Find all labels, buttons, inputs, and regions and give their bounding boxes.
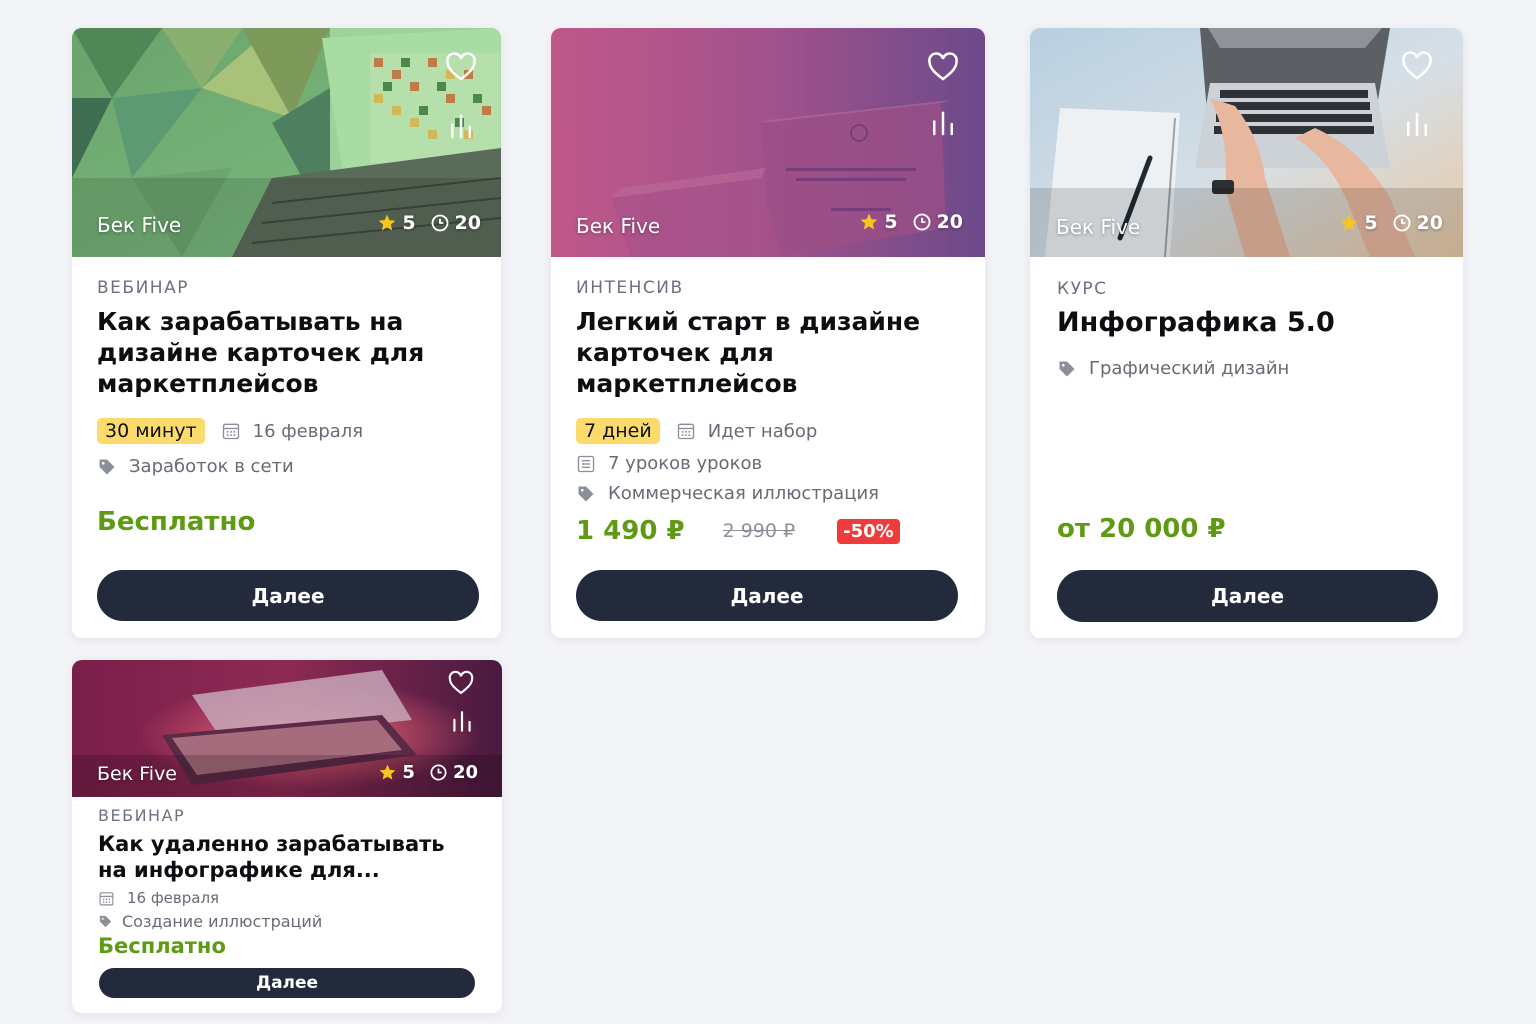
star-icon [379,764,396,780]
course-tag[interactable]: Коммерческая иллюстрация [608,483,879,504]
next-button[interactable]: Далее [576,570,958,621]
calendar-icon [222,423,239,440]
discount-badge: -50% [837,518,900,544]
duration: 20 [430,212,481,234]
course-title[interactable]: Как удаленно зарабатывать на инфографике… [98,831,477,883]
bar-chart-icon[interactable] [446,112,476,142]
clock-icon [430,764,447,781]
course-cover-image[interactable]: Бек Five 5 20 [1030,28,1463,257]
course-price: Бесплатно [98,934,226,958]
heart-icon[interactable] [447,669,475,697]
date-row: 16 февраля [98,889,477,907]
rating-value: 5 [402,212,416,234]
tag-icon [99,459,115,474]
lessons-row: 7 уроков уроков [576,453,960,474]
heart-icon[interactable] [1400,49,1434,83]
calendar-icon [677,423,694,440]
next-button[interactable]: Далее [99,968,475,998]
course-title[interactable]: Как зарабатывать на дизайне карточек для… [97,306,476,399]
course-card[interactable]: Бек Five 5 20 Курс Инфографика 5.0 Графи… [1030,28,1463,638]
course-date: 16 февраля [127,889,220,907]
next-button[interactable]: Далее [1057,570,1438,622]
duration-value: 20 [454,212,481,234]
course-card[interactable]: Бек Five 5 20 Вебинар Как удаленно зараб… [72,660,502,1013]
course-type: Вебинар [97,278,189,298]
duration-badge: 7 дней [576,418,660,444]
tag-icon [578,486,594,501]
course-cover-image[interactable]: Бек Five 5 20 [72,28,501,257]
heart-icon[interactable] [444,50,478,84]
price-row: 1 490 ₽ 2 990 ₽ -50% [576,516,960,546]
rating: 5 [859,211,898,233]
clock-icon [431,214,448,232]
meta-row: 7 дней Идет набор [576,418,960,444]
tag-row: Создание иллюстраций [98,912,477,931]
author-name[interactable]: Бек Five [1056,215,1140,239]
rating-value: 5 [402,762,415,783]
bar-chart-icon[interactable] [449,709,475,735]
tag-row: Заработок в сети [97,456,476,477]
author-name[interactable]: Бек Five [576,214,660,238]
duration-value: 20 [452,762,478,783]
course-tag[interactable]: Заработок в сети [129,456,294,477]
enrollment-status: Идет набор [707,420,818,442]
course-metrics: 5 20 [378,762,478,783]
course-cover-image[interactable]: Бек Five 5 20 [72,660,502,797]
course-date: 16 февраля [252,420,364,442]
bar-chart-icon[interactable] [928,109,958,139]
course-type: Вебинар [98,806,186,825]
course-price: 1 490 ₽ [576,516,685,546]
course-tag[interactable]: Графический дизайн [1089,358,1289,379]
course-cover-image[interactable]: Бек Five 5 20 [551,28,985,257]
duration-value: 20 [1416,212,1443,234]
course-title[interactable]: Инфографика 5.0 [1057,307,1438,338]
course-metrics: 5 20 [859,211,963,233]
star-icon [1340,214,1358,231]
clock-icon [1393,214,1410,232]
course-price: Бесплатно [97,507,256,537]
course-metrics: 5 20 [377,212,481,234]
rating-value: 5 [884,211,898,233]
author-name[interactable]: Бек Five [97,213,181,237]
rating: 5 [378,762,415,783]
rating: 5 [377,212,416,234]
duration-value: 20 [936,211,963,233]
star-icon [378,214,396,231]
course-price: от 20 000 ₽ [1057,514,1226,544]
rating-value: 5 [1364,212,1378,234]
author-name[interactable]: Бек Five [97,763,177,785]
course-type: Курс [1057,279,1108,299]
calendar-icon [99,891,114,905]
heart-icon[interactable] [926,50,960,84]
course-title[interactable]: Легкий старт в дизайне карточек для марк… [576,306,960,399]
course-tag[interactable]: Создание иллюстраций [122,912,322,931]
course-card[interactable]: Бек Five 5 20 Вебинар Как зарабатывать н… [72,28,501,638]
tag-icon [99,915,112,928]
duration: 20 [429,762,478,783]
course-metrics: 5 20 [1339,212,1443,234]
list-icon [577,455,595,472]
next-button[interactable]: Далее [97,570,479,621]
meta-row: 30 минут 16 февраля [97,418,476,444]
duration: 20 [1392,212,1443,234]
duration-badge: 30 минут [97,418,205,444]
course-card[interactable]: Бек Five 5 20 Интенсив Легкий старт в ди… [551,28,985,638]
star-icon [860,213,878,230]
tag-row: Коммерческая иллюстрация [576,483,960,504]
rating: 5 [1339,212,1378,234]
tag-icon [1059,361,1075,376]
bar-chart-icon[interactable] [1402,110,1432,140]
course-type: Интенсив [576,278,684,298]
clock-icon [913,213,930,231]
duration: 20 [912,211,963,233]
tag-row: Графический дизайн [1057,358,1438,379]
old-price: 2 990 ₽ [722,520,796,542]
lessons-count: 7 уроков уроков [608,453,763,474]
